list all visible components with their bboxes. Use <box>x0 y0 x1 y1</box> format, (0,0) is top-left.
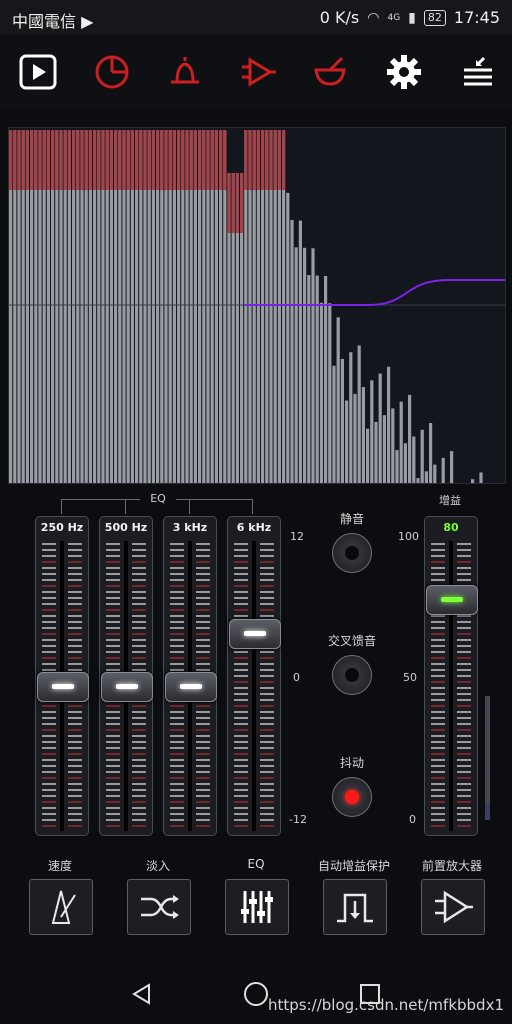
slider-knob[interactable] <box>101 672 153 702</box>
eq-scale-bottom: -12 <box>289 813 307 826</box>
network-speed: 0 K/s <box>319 8 360 27</box>
preamp-label: 前置放大器 <box>421 859 482 873</box>
gain-knob[interactable] <box>426 585 478 615</box>
signal-icon: ▮ <box>408 9 416 26</box>
alarm-button[interactable] <box>163 52 207 92</box>
spectrum-visualizer <box>8 127 506 484</box>
mortar-button[interactable] <box>308 52 352 92</box>
eq-slider-500hz[interactable]: 500 Hz <box>99 516 153 836</box>
spectrum-bars <box>9 130 505 483</box>
gain-scale-mid: 50 <box>403 671 417 684</box>
carrier-label: 中國電信 ▶ <box>12 12 94 31</box>
metronome-icon <box>51 890 76 924</box>
eq-scale-top: 12 <box>290 530 304 543</box>
output-level-meter <box>485 696 490 820</box>
eq-title: EQ <box>140 492 176 505</box>
home-icon <box>244 982 268 1006</box>
speed-label: 速度 <box>47 859 72 873</box>
play-screen-icon <box>19 54 57 90</box>
eq-slider-3khz[interactable]: 3 kHz <box>163 516 217 836</box>
gear-icon <box>387 55 421 89</box>
sleep-timer-button[interactable] <box>90 52 134 92</box>
shuffle-icon <box>141 895 179 919</box>
network-type: 4G <box>387 12 401 23</box>
battery-indicator: 82 <box>423 9 446 26</box>
crossfeed-label: 交叉馈音 <box>327 634 376 648</box>
gain-value: 80 <box>443 521 459 534</box>
gain-title: 增益 <box>439 494 461 507</box>
eq-slider-6khz[interactable]: 6 kHz <box>227 516 281 836</box>
band-label: 3 kHz <box>172 521 208 534</box>
dither-label: 抖动 <box>339 756 364 770</box>
speed-button[interactable] <box>29 879 93 935</box>
back-button[interactable] <box>128 980 156 1008</box>
preamp-button[interactable] <box>421 879 485 935</box>
band-label: 6 kHz <box>236 521 272 534</box>
menu-collapse-icon <box>464 56 492 86</box>
slider-knob[interactable] <box>229 618 281 649</box>
gain-scale-top: 100 <box>398 530 419 543</box>
gain-scale-bottom: 0 <box>409 813 416 826</box>
band-label: 250 Hz <box>40 521 84 534</box>
limiter-icon <box>337 893 373 923</box>
agc-button[interactable] <box>323 879 387 935</box>
wifi-icon: ◠ <box>367 9 380 26</box>
mute-label: 静音 <box>339 512 364 526</box>
equalizer-icon <box>241 891 273 923</box>
slider-track <box>252 541 256 831</box>
fade-button[interactable] <box>127 879 191 935</box>
slider-knob[interactable] <box>37 672 89 702</box>
mute-button[interactable] <box>332 533 372 573</box>
amplifier-button[interactable] <box>236 52 280 92</box>
amplifier-icon <box>435 890 473 924</box>
settings-button[interactable] <box>382 52 426 92</box>
band-label: 500 Hz <box>104 521 148 534</box>
top-toolbar <box>0 34 512 110</box>
home-button[interactable] <box>242 980 270 1008</box>
timer-icon <box>95 55 129 89</box>
menu-button[interactable] <box>456 52 500 92</box>
status-right: 0 K/s ◠ 4G ▮ 82 17:45 <box>320 8 500 27</box>
eq-scale-mid: 0 <box>293 671 300 684</box>
crossfeed-button[interactable] <box>332 655 372 695</box>
visualizer-button[interactable] <box>16 52 60 92</box>
eq-toggle-label: EQ <box>247 857 265 871</box>
eq-slider-250hz[interactable]: 250 Hz <box>35 516 89 836</box>
watermark-text: https://blog.csdn.net/mfkbbdx1 <box>267 996 504 1014</box>
status-bar: 中國電信 ▶ 0 K/s ◠ 4G ▮ 82 17:45 <box>0 0 512 34</box>
system-nav-bar <box>0 964 512 1024</box>
gain-slider[interactable]: 80 <box>424 516 478 836</box>
clock: 17:45 <box>453 8 500 27</box>
dither-button[interactable] <box>332 777 372 817</box>
slider-knob[interactable] <box>165 672 217 702</box>
bell-icon <box>171 57 199 84</box>
agc-label: 自动增益保护 <box>317 859 390 873</box>
amplifier-icon <box>242 57 276 87</box>
back-icon <box>132 983 150 1005</box>
fade-label: 淡入 <box>145 859 170 873</box>
mortar-icon <box>314 56 346 86</box>
eq-toggle-button[interactable] <box>225 879 289 935</box>
